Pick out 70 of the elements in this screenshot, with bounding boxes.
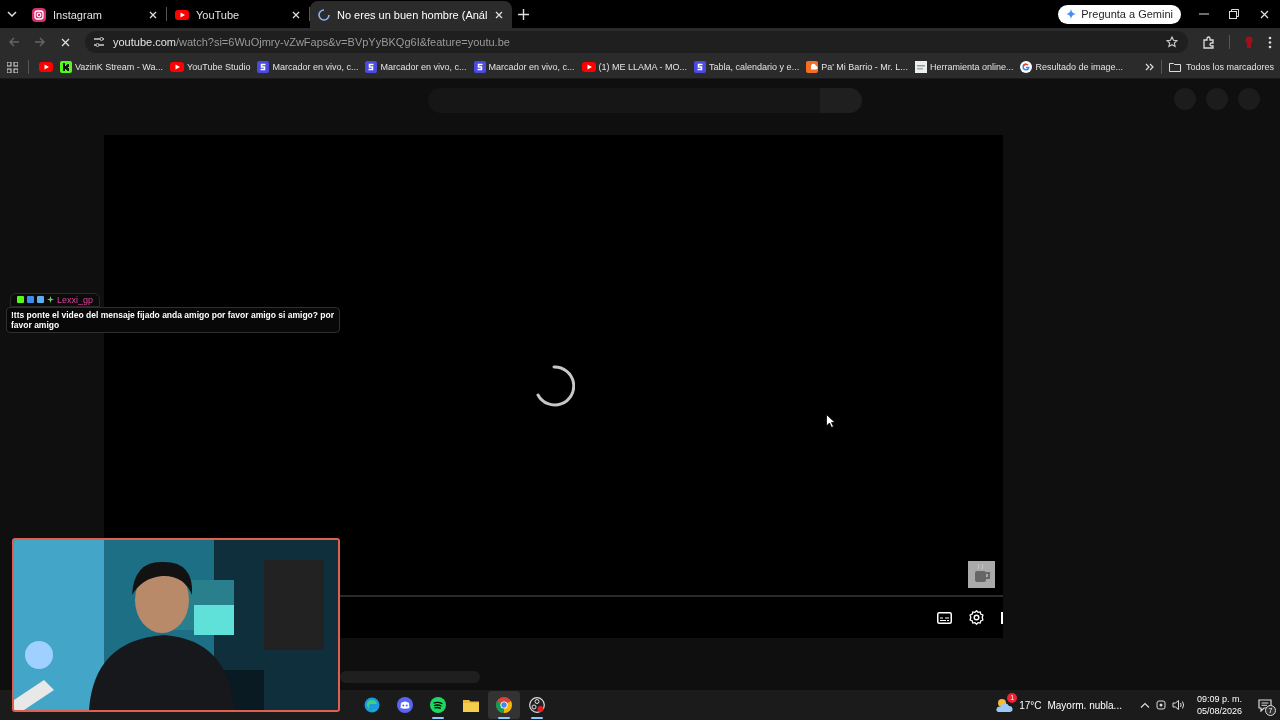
more-bookmarks-icon[interactable] (1144, 63, 1154, 71)
chat-username: Lexxi_gp (57, 294, 94, 305)
bookmark[interactable]: Resultado de image... (1018, 61, 1125, 73)
taskbar-app[interactable] (488, 691, 520, 719)
bookmark[interactable] (37, 62, 55, 72)
chevron-up-icon[interactable] (1139, 702, 1150, 708)
more-icon[interactable] (1268, 35, 1272, 49)
stop-icon[interactable] (60, 36, 71, 48)
google-icon (1020, 61, 1033, 73)
apps-icon[interactable] (7, 61, 18, 73)
instagram-icon (32, 7, 46, 22)
extensions-icon[interactable] (1202, 35, 1215, 49)
edge-icon (364, 697, 380, 713)
bookmark[interactable]: Marcador en vivo, c... (363, 61, 469, 73)
scoreboard-icon (365, 61, 378, 73)
cloud-icon (806, 61, 819, 73)
bookmark[interactable]: Marcador en vivo, c... (255, 61, 361, 73)
recorder-icon (529, 697, 545, 713)
site-settings-icon[interactable] (93, 36, 105, 48)
forward-icon[interactable] (34, 36, 46, 48)
speaker-icon[interactable] (1171, 699, 1185, 711)
chevron-down-icon[interactable] (7, 11, 17, 17)
youtube-icon (581, 62, 596, 72)
subtitles-icon[interactable] (937, 611, 952, 624)
chrome-icon (496, 697, 512, 713)
all-bookmarks-button[interactable]: Todos los marcadores (1168, 62, 1274, 72)
settings-icon[interactable] (969, 610, 984, 625)
sparkle-icon (47, 296, 54, 303)
bookmark[interactable]: VazinK Stream - Wa... (58, 61, 166, 73)
close-tab-icon[interactable] (148, 9, 158, 20)
youtube-icon (175, 9, 189, 20)
page-icon (914, 61, 927, 73)
mouse-pointer-icon (826, 414, 835, 428)
bookmark[interactable]: YouTube Studio (168, 62, 253, 72)
bookmark[interactable]: Tabla, calendario y e... (692, 61, 802, 73)
youtube-icon (39, 62, 53, 72)
bookmark[interactable]: (1) ME LLAMA - MO... (579, 62, 690, 72)
spotify-icon (430, 697, 446, 713)
scoreboard-icon (257, 61, 270, 73)
mug-icon (968, 561, 995, 588)
back-icon[interactable] (8, 36, 20, 48)
weather-icon[interactable] (995, 697, 1014, 713)
weather-text[interactable]: Mayorm. nubla... (1047, 699, 1122, 711)
folder-icon (463, 698, 479, 712)
sparkle-icon (1066, 9, 1077, 19)
camera-icon[interactable] (1155, 699, 1166, 711)
notifications-icon[interactable] (1258, 698, 1272, 712)
restore-icon[interactable] (1229, 8, 1239, 19)
chat-message: !tts ponte el video del mensaje fijado anda amigo por favor amigo si amigo? por favor amigo (6, 307, 340, 333)
browser-tab[interactable]: YouTube (167, 1, 309, 28)
new-tab-icon[interactable] (518, 8, 530, 20)
bookmark[interactable]: Pa' Mi Barrio - Mr. L... (804, 61, 910, 73)
close-tab-icon[interactable] (494, 9, 505, 20)
close-window-icon[interactable] (1259, 8, 1270, 20)
bookmark[interactable]: Herramienta online... (912, 61, 1016, 73)
discord-icon (397, 697, 413, 713)
gemini-button[interactable]: Pregunta a Gemini (1058, 4, 1181, 24)
clock[interactable]: 09:09 p. m. 05/08/2026 (1196, 693, 1242, 717)
folder-icon (1168, 62, 1181, 72)
youtube-icon (170, 62, 185, 72)
bookmark[interactable]: Marcador en vivo, c... (471, 61, 577, 73)
temperature[interactable]: 17°C (1019, 699, 1042, 711)
loading-icon (318, 8, 330, 21)
address-field[interactable]: youtube.com/watch?si=6WuOjmry-vZwFaps&v=BVpYyBKQg6I&feature=youtu.be (85, 31, 1188, 53)
browser-tab[interactable]: Instagram (24, 1, 166, 28)
scoreboard-icon (473, 61, 486, 73)
browser-tab[interactable]: No eres un buen hombre (Anál (310, 1, 513, 28)
star-icon[interactable] (1166, 36, 1178, 48)
close-tab-icon[interactable] (291, 9, 301, 20)
scoreboard-icon (694, 61, 707, 73)
